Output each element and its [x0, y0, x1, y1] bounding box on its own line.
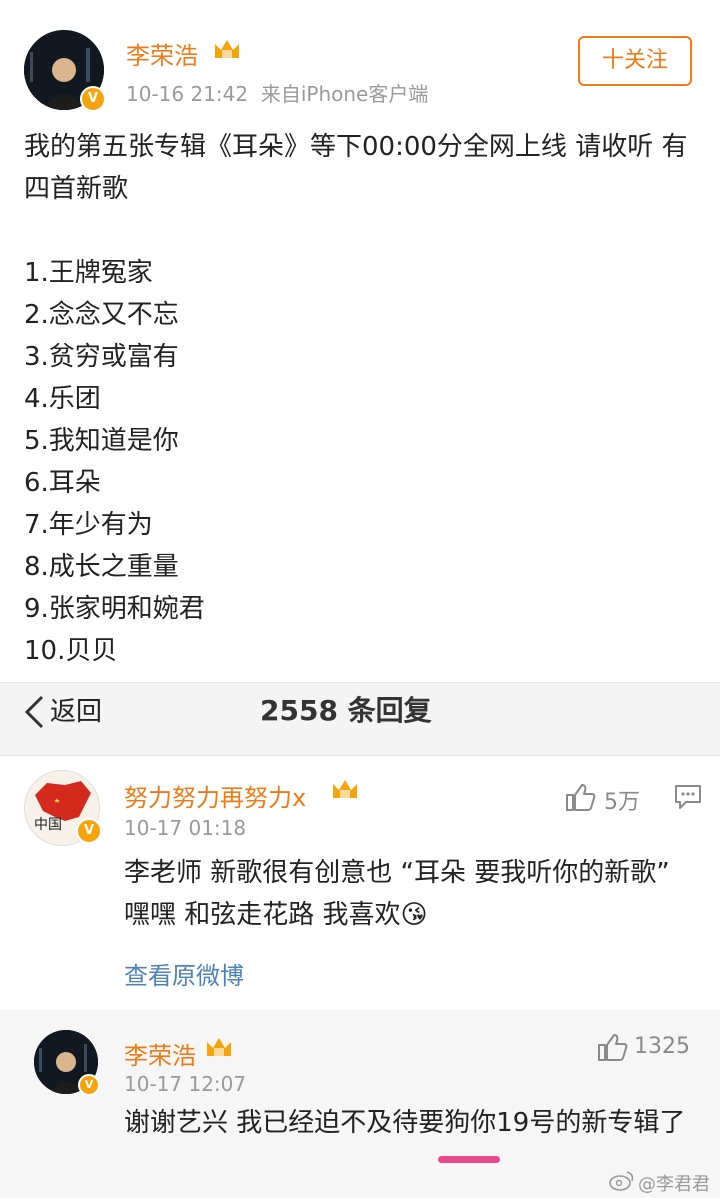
- reply-author-name[interactable]: 李荣浩: [124, 1036, 196, 1071]
- track-item: 10.贝贝: [24, 636, 118, 666]
- post-body: 我的第五张专辑《耳朵》等下00:00分全网上线 请收听 有四首新歌: [24, 132, 688, 204]
- track-item: 7.年少有为: [24, 510, 153, 540]
- comment-body: 李老师 新歌很有创意也 “耳朵 要我听你的新歌” 嘿嘿 和弦走花路 我喜欢😘: [124, 858, 670, 930]
- track-item: 5.我知道是你: [24, 426, 179, 456]
- comment-like-count: 5万: [604, 790, 640, 815]
- highlight-underline: [438, 1156, 500, 1163]
- post-meta: 10-16 21:42 来自iPhone客户端: [126, 82, 429, 106]
- track-item: 4.乐团: [24, 384, 101, 414]
- commenter-avatar-text: 中国: [34, 817, 62, 833]
- reply-count-title: 2558 条回复: [260, 694, 432, 727]
- track-item: 8.成长之重量: [24, 552, 179, 582]
- track-list: 1.王牌冤家 2.念念又不忘 3.贫穷或富有 4.乐团 5.我知道是你 6.耳朵 7.年少有…: [24, 252, 624, 672]
- track-item: 3.贫穷或富有: [24, 342, 179, 372]
- vip-crown-icon: [207, 1038, 231, 1056]
- reply-body: 谢谢艺兴 我已经迫不及待要狗你19号的新专辑了: [124, 1108, 686, 1138]
- watermark: @李君君: [638, 1174, 710, 1195]
- post-author-name[interactable]: 李荣浩: [126, 36, 198, 71]
- like-icon[interactable]: [596, 1032, 628, 1062]
- verified-badge: V: [80, 86, 106, 112]
- reply-like-count: 1325: [634, 1034, 690, 1059]
- reply-time: 10-17 12:07: [124, 1072, 247, 1096]
- track-item: 1.王牌冤家: [24, 258, 153, 288]
- back-chevron-icon[interactable]: [22, 694, 46, 730]
- weibo-logo-icon: [609, 1171, 634, 1191]
- comment-author-name[interactable]: 努力努力再努力x: [124, 778, 306, 813]
- verified-badge: V: [76, 818, 102, 844]
- track-item: 9.张家明和婉君: [24, 594, 205, 624]
- like-icon[interactable]: [564, 782, 596, 812]
- view-original-link[interactable]: 查看原微博: [124, 956, 244, 991]
- vip-crown-icon: [215, 40, 239, 58]
- reply-icon[interactable]: [674, 784, 702, 810]
- track-item: 2.念念又不忘: [24, 300, 179, 330]
- comment-time: 10-17 01:18: [124, 816, 247, 840]
- follow-button[interactable]: 十关注: [578, 36, 692, 86]
- back-button[interactable]: 返回: [50, 694, 102, 730]
- track-item: 6.耳朵: [24, 468, 101, 498]
- vip-crown-icon: [333, 780, 357, 798]
- verified-badge: V: [78, 1074, 100, 1096]
